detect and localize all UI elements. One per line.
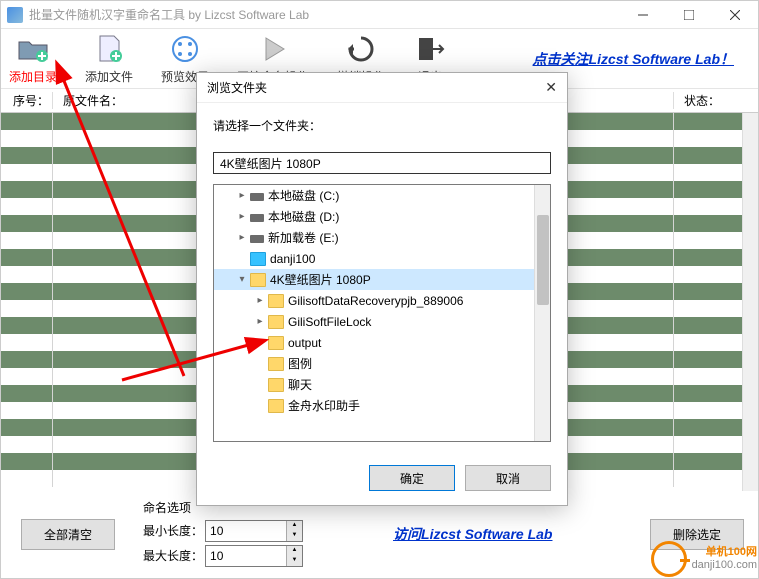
folder-icon [250,273,266,287]
tree-node[interactable]: 聊天 [214,374,550,395]
bottom-panel: 全部清空 命名选项 最小长度： 10▲▼ 最大长度： 10▲▼ 访问Lizcst… [9,496,750,572]
expander-icon[interactable]: ▸ [254,316,266,327]
tree-node[interactable]: ▸ GiliSoftFileLock [214,311,550,332]
max-spinner[interactable]: ▲▼ [286,546,302,566]
min-length-input[interactable]: 10▲▼ [205,520,303,542]
browse-folder-dialog: 浏览文件夹 ✕ 请选择一个文件夹： 4K壁纸图片 1080P ▸ 本地磁盘 (C:… [196,72,568,506]
tree-node-label: 本地磁盘 (C:) [268,187,339,204]
follow-link[interactable]: 点击关注Lizcst Software Lab！ [533,49,734,69]
window-controls [620,1,758,29]
tree-node-label: 4K壁纸图片 1080P [270,271,371,288]
expander-icon[interactable]: ▾ [236,274,248,285]
tree-node-label: 新加载卷 (E:) [268,229,339,246]
max-length-label: 最大长度： [143,547,205,564]
window-title: 批量文件随机汉字重命名工具 by Lizcst Software Lab [29,6,620,23]
expander-icon[interactable]: ▸ [236,190,248,201]
folder-icon [250,252,266,266]
tree-node-label: 金舟水印助手 [288,397,360,414]
add-file-button[interactable]: 添加文件 [85,32,133,85]
visit-link[interactable]: 访问Lizcst Software Lab [393,524,552,544]
folder-plus-icon [16,32,50,66]
tree-node[interactable]: ▸ 新加载卷 (E:) [214,227,550,248]
tree-node[interactable]: 图例 [214,353,550,374]
dialog-prompt: 请选择一个文件夹： [213,117,551,134]
tree-node-label: output [288,336,321,350]
col-seq[interactable]: 序号： [1,92,53,109]
expander-icon[interactable]: ▸ [236,232,248,243]
length-options: 命名选项 最小长度： 10▲▼ 最大长度： 10▲▼ [143,499,303,570]
tree-node-label: 聊天 [288,376,312,393]
tree-node-label: 图例 [288,355,312,372]
tree-node[interactable]: ▾ 4K壁纸图片 1080P [214,269,550,290]
tree-scrollbar[interactable] [534,185,550,441]
tree-node[interactable]: 金舟水印助手 [214,395,550,416]
watermark: 单机100网danji100.com [651,541,758,577]
tree-node[interactable]: ▸ GilisoftDataRecoverypjb_889006 [214,290,550,311]
clear-all-button[interactable]: 全部清空 [21,519,115,550]
add-file-label: 添加文件 [85,68,133,85]
min-length-label: 最小长度： [143,522,205,539]
tree-node-label: 本地磁盘 (D:) [268,208,339,225]
tree-node[interactable]: ▸ 本地磁盘 (D:) [214,206,550,227]
ok-button[interactable]: 确定 [369,465,455,491]
preview-icon [168,32,202,66]
maximize-button[interactable] [666,1,712,29]
file-plus-icon [92,32,126,66]
tree-node[interactable]: output [214,332,550,353]
watermark-logo-icon [651,541,687,577]
selected-path-field[interactable]: 4K壁纸图片 1080P [213,152,551,174]
folder-tree[interactable]: ▸ 本地磁盘 (C:) ▸ 本地磁盘 (D:) ▸ 新加载卷 (E:) danji100 ▾ 4… [213,184,551,442]
tree-node-label: GiliSoftFileLock [288,315,371,329]
tree-node-label: GilisoftDataRecoverypjb_889006 [288,294,463,308]
dialog-close-button[interactable]: ✕ [533,79,557,96]
dialog-titlebar: 浏览文件夹 ✕ [197,73,567,103]
add-dir-label: 添加目录 [9,68,57,85]
folder-icon [268,315,284,329]
play-icon [256,32,290,66]
expander-icon[interactable]: ▸ [254,295,266,306]
drive-icon [250,193,264,201]
tree-node[interactable]: danji100 [214,248,550,269]
close-button[interactable] [712,1,758,29]
dialog-title: 浏览文件夹 [207,79,267,96]
folder-icon [268,378,284,392]
add-dir-button[interactable]: 添加目录 [9,32,57,85]
minimize-button[interactable] [620,1,666,29]
tree-node[interactable]: ▸ 本地磁盘 (C:) [214,185,550,206]
app-icon [7,7,23,23]
titlebar: 批量文件随机汉字重命名工具 by Lizcst Software Lab [1,1,758,29]
expander-icon[interactable]: ▸ [236,211,248,222]
folder-icon [268,294,284,308]
vertical-scrollbar[interactable] [742,113,758,491]
tree-node-label: danji100 [270,252,315,266]
undo-icon [344,32,378,66]
drive-icon [250,214,264,222]
folder-icon [268,336,284,350]
exit-icon [413,32,447,66]
folder-icon [268,357,284,371]
col-status[interactable]: 状态： [674,92,758,109]
drive-icon [250,235,264,243]
folder-icon [268,399,284,413]
max-length-input[interactable]: 10▲▼ [205,545,303,567]
min-spinner[interactable]: ▲▼ [286,521,302,541]
cancel-button[interactable]: 取消 [465,465,551,491]
